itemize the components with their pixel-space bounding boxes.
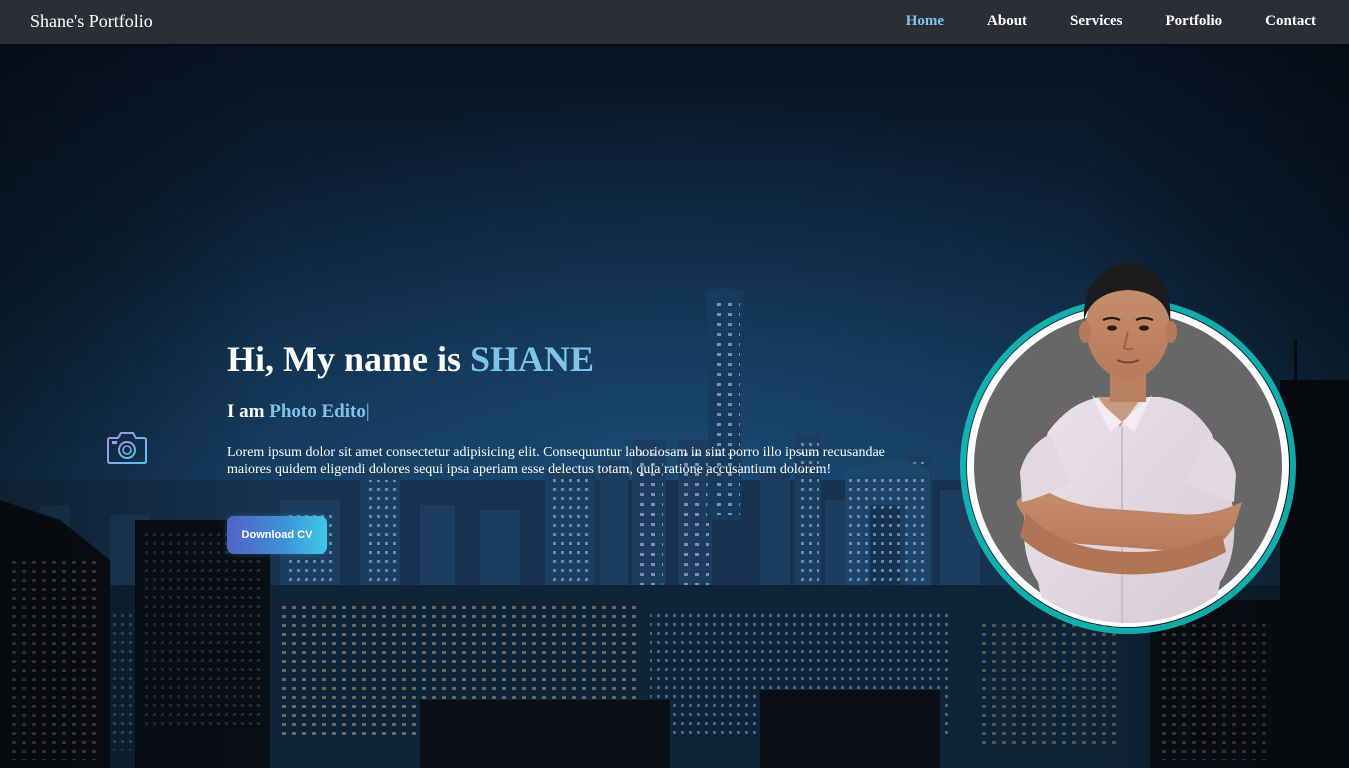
hero-role-prefix: I am: [227, 401, 270, 422]
hero-role: I am Photo Edito|: [227, 401, 370, 423]
nav-link-services[interactable]: Services: [1070, 13, 1122, 30]
nav-link-home[interactable]: Home: [906, 13, 944, 30]
nav-link-portfolio[interactable]: Portfolio: [1166, 13, 1223, 30]
nav-link-contact[interactable]: Contact: [1265, 13, 1316, 30]
brand-logo-link[interactable]: Shane's Portfolio: [30, 11, 153, 32]
hero-role-typed: Photo Edito: [269, 401, 366, 422]
nav-link-about[interactable]: About: [987, 13, 1027, 30]
hero-name: SHANE: [469, 339, 595, 379]
hero-greeting: Hi, My name is: [227, 339, 470, 379]
profile-photo: [960, 252, 1296, 637]
hero-title: Hi, My name is SHANE: [227, 338, 594, 380]
top-navbar: Shane's Portfolio Home About Services Po…: [0, 0, 1349, 44]
hero-description: Lorem ipsum dolor sit amet consectetur a…: [227, 445, 885, 477]
camera-icon: [107, 432, 147, 464]
profile-portrait-illustration: [960, 262, 1296, 634]
typing-cursor: |: [365, 401, 370, 422]
nav-links: Home About Services Portfolio Contact: [863, 13, 1316, 30]
download-cv-button[interactable]: Download CV: [227, 516, 327, 554]
